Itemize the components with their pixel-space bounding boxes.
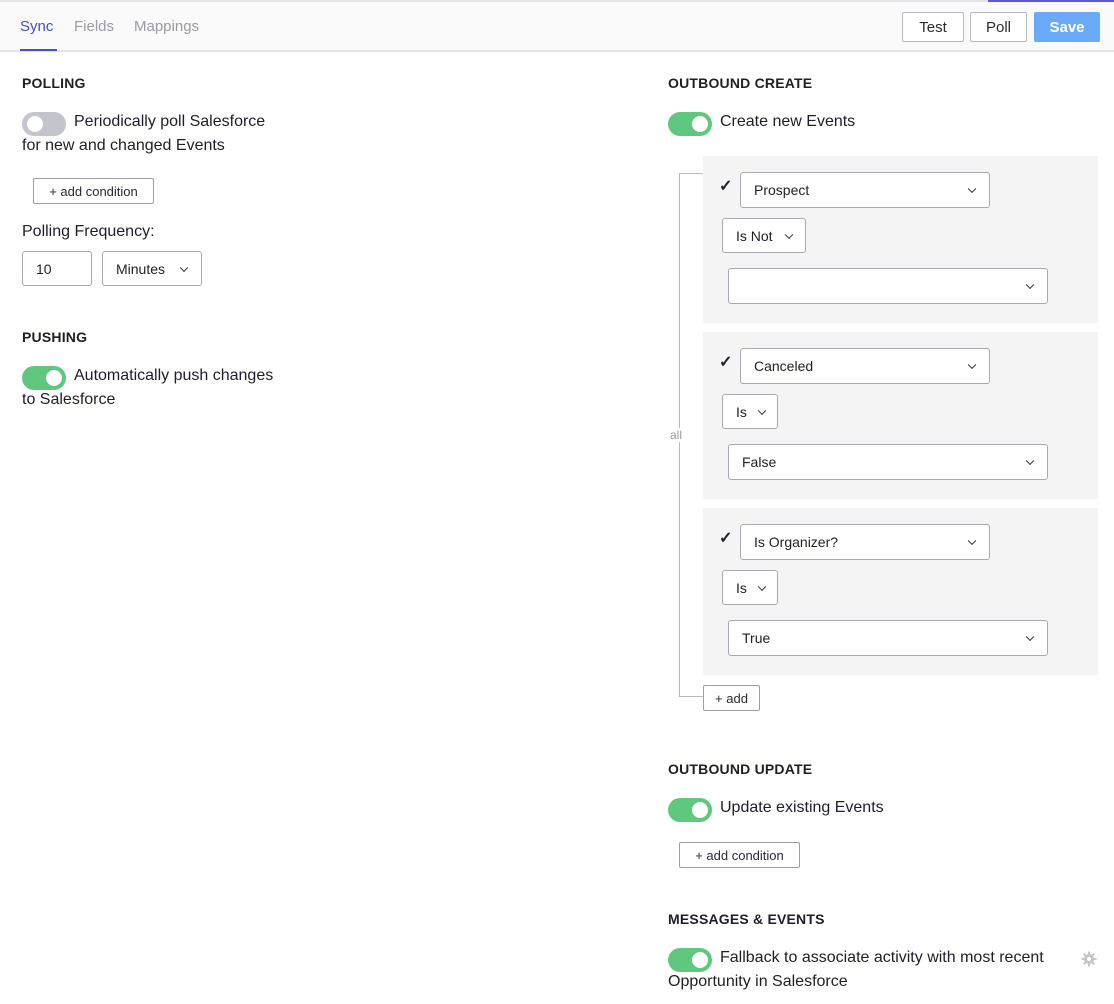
outbound-update-section-title: OUTBOUND UPDATE [668,761,813,777]
check-icon[interactable]: ✓ [719,352,732,372]
condition-value-select[interactable]: False [728,444,1048,480]
pushing-toggle[interactable] [22,366,66,390]
outbound-update-label: Update existing Events [720,799,884,816]
test-button[interactable]: Test [902,12,964,42]
chevron-down-icon [1025,632,1035,642]
condition-card: ✓ Prospect Is Not [703,156,1098,323]
condition-field-value: Canceled [754,358,814,374]
tab-sync[interactable]: Sync [20,18,53,35]
messages-events-label-line1: Fallback to associate activity with most… [720,949,1044,966]
condition-value: True [742,630,771,646]
chevron-down-icon [1025,280,1035,290]
check-icon[interactable]: ✓ [719,528,732,548]
condition-field-value: Prospect [754,182,810,198]
outbound-create-label: Create new Events [720,113,856,130]
chevron-down-icon [757,582,767,591]
polling-label-line2: for new and changed Events [22,137,225,154]
tab-fields[interactable]: Fields [74,18,114,35]
messages-events-toggle[interactable] [668,948,712,972]
polling-frequency-unit-select[interactable]: Minutes [102,251,202,286]
add-condition-button[interactable]: + add [703,685,760,711]
save-button[interactable]: Save [1034,12,1100,42]
outbound-update-add-condition-button[interactable]: + add condition [679,842,800,868]
condition-value-select[interactable]: True [728,620,1048,656]
condition-field-select[interactable]: Is Organizer? [740,524,990,560]
toggle-knob [692,116,708,132]
chevron-down-icon [967,536,977,546]
condition-group-operator[interactable]: all [669,428,684,442]
condition-field-select[interactable]: Prospect [740,172,990,208]
toggle-knob [27,116,43,132]
chevron-down-icon [1025,456,1035,466]
condition-card: ✓ Is Organizer? Is True [703,508,1098,675]
chevron-down-icon [967,360,977,370]
toggle-knob [692,952,708,968]
poll-button[interactable]: Poll [970,12,1027,42]
condition-group-bracket-top [679,173,703,174]
condition-operator-value: Is Not [736,227,773,244]
chevron-down-icon [179,263,189,272]
outbound-create-toggle[interactable] [668,112,712,136]
polling-frequency-input[interactable]: 10 [22,251,92,286]
polling-frequency-label: Polling Frequency: [22,223,155,240]
condition-group-bracket-bottom [679,696,703,697]
outbound-update-toggle[interactable] [668,798,712,822]
chevron-down-icon [757,406,767,415]
messages-events-label-line2: Opportunity in Salesforce [668,973,848,990]
condition-value-select[interactable] [728,268,1048,304]
pushing-label-line2: to Salesforce [22,391,116,408]
condition-card: ✓ Canceled Is False [703,332,1098,499]
active-tab-indicator [20,49,57,51]
chevron-down-icon [784,230,794,239]
chevron-down-icon [967,184,977,194]
condition-field-value: Is Organizer? [754,534,839,550]
polling-label-line1: Periodically poll Salesforce [74,113,266,130]
tab-mappings[interactable]: Mappings [134,18,199,35]
condition-operator-select[interactable]: Is [722,394,778,429]
check-icon[interactable]: ✓ [719,176,732,196]
polling-toggle[interactable] [22,112,66,136]
polling-frequency-value: 10 [36,260,52,277]
condition-operator-select[interactable]: Is Not [722,218,806,253]
toggle-knob [692,802,708,818]
condition-value: False [742,454,777,470]
polling-add-condition-button[interactable]: + add condition [33,178,154,204]
toggle-knob [46,370,62,386]
gear-icon[interactable] [1081,951,1097,967]
polling-section-title: POLLING [22,75,86,91]
condition-operator-value: Is [736,579,747,596]
outbound-create-section-title: OUTBOUND CREATE [668,75,813,91]
condition-operator-value: Is [736,403,747,420]
condition-field-select[interactable]: Canceled [740,348,990,384]
condition-operator-select[interactable]: Is [722,570,778,605]
polling-frequency-unit-value: Minutes [116,260,166,277]
pushing-label-line1: Automatically push changes [74,367,274,384]
pushing-section-title: PUSHING [22,329,88,345]
header-bar: Sync Fields Mappings Test Poll Save [0,2,1114,52]
messages-events-section-title: MESSAGES & EVENTS [668,911,825,927]
